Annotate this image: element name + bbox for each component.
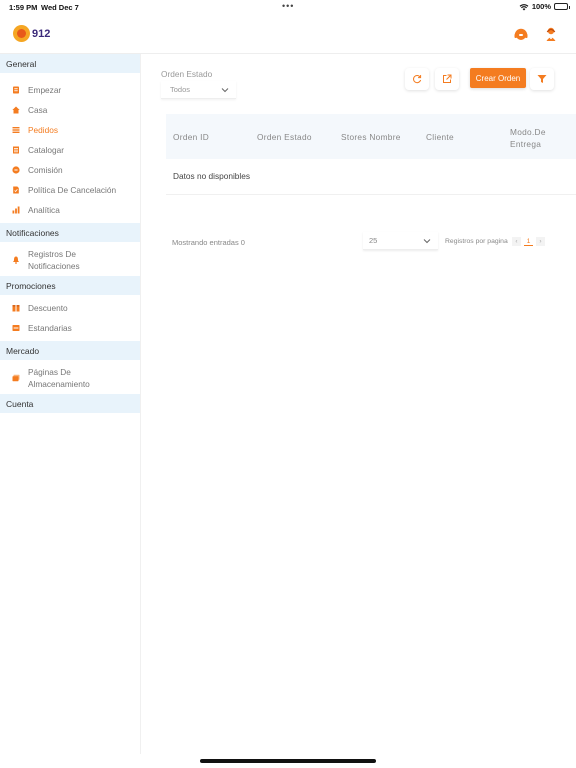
sidebar-item-label: Registros De Notificaciones bbox=[28, 249, 80, 271]
sidebar-item-registros-notificaciones[interactable]: Registros De Notificaciones bbox=[0, 242, 140, 276]
sidebar-item-empezar[interactable]: Empezar bbox=[0, 80, 140, 100]
wifi-icon bbox=[519, 3, 529, 10]
support-icon[interactable] bbox=[513, 26, 529, 42]
column-header[interactable]: Stores Nombre bbox=[341, 132, 401, 142]
filter-icon bbox=[537, 75, 547, 83]
policy-icon bbox=[13, 186, 19, 194]
page-size-value: 25 bbox=[369, 236, 378, 245]
sidebar-item-estandarias[interactable]: Estandarias bbox=[0, 318, 140, 338]
notification-icon bbox=[13, 256, 19, 264]
sidebar-item-label: Estandarias bbox=[28, 323, 72, 333]
discount-icon bbox=[12, 305, 20, 312]
sidebar-item-label: Casa bbox=[28, 105, 48, 115]
sidebar-item-label: Política De Cancelación bbox=[28, 185, 117, 195]
sidebar-item-label: Empezar bbox=[28, 85, 62, 95]
column-header[interactable]: Orden Estado bbox=[257, 132, 312, 142]
refresh-button[interactable] bbox=[405, 68, 429, 90]
section-general: General bbox=[0, 54, 140, 73]
section-mercado: Mercado bbox=[0, 341, 140, 360]
page-size-select[interactable]: 25 bbox=[363, 232, 438, 250]
current-page-button[interactable]: 1 bbox=[524, 237, 533, 246]
sidebar-item-politica[interactable]: Política De Cancelación bbox=[0, 180, 140, 200]
user-icon[interactable] bbox=[543, 26, 559, 42]
store-pages-icon bbox=[12, 374, 20, 382]
start-icon bbox=[13, 86, 19, 94]
status-time: 1:59 PM bbox=[9, 3, 38, 12]
commission-icon bbox=[12, 166, 20, 174]
refresh-icon bbox=[413, 75, 422, 84]
brand-logo[interactable]: 912 bbox=[13, 25, 50, 42]
status-bar: 1:59 PM Wed Dec 7 ••• 100% bbox=[0, 0, 576, 14]
create-order-button[interactable]: Crear Orden bbox=[470, 68, 526, 88]
sidebar-item-paginas-almacenamiento[interactable]: Páginas De Almacenamiento bbox=[0, 360, 140, 394]
column-header[interactable]: Orden ID bbox=[173, 132, 209, 142]
column-header[interactable]: Cliente bbox=[426, 132, 454, 142]
status-right: 100% bbox=[519, 2, 570, 11]
home-icon bbox=[12, 106, 20, 114]
logo-mark-icon bbox=[13, 25, 30, 42]
orders-table: Orden ID Orden Estado Stores Nombre Clie… bbox=[166, 114, 576, 195]
external-link-icon bbox=[443, 74, 452, 83]
sidebar-item-descuento[interactable]: Descuento bbox=[0, 298, 140, 318]
sidebar-item-comision[interactable]: Comisión bbox=[0, 160, 140, 180]
column-header[interactable]: Modo.De Entrega bbox=[510, 126, 550, 150]
chevron-down-icon bbox=[423, 239, 431, 244]
sidebar: General Empezar Casa Pedidos Catalogar C… bbox=[0, 54, 141, 754]
banner-icon bbox=[12, 325, 20, 331]
sidebar-item-pedidos[interactable]: Pedidos bbox=[0, 120, 140, 140]
catalog-icon bbox=[13, 146, 19, 154]
sidebar-item-catalogar[interactable]: Catalogar bbox=[0, 140, 140, 160]
order-status-select[interactable]: Todos bbox=[161, 81, 236, 99]
sidebar-item-label: Comisión bbox=[28, 165, 63, 175]
main-content: Orden Estado Todos Crear Orden Orden ID … bbox=[141, 54, 576, 754]
sidebar-item-label: Descuento bbox=[28, 303, 68, 313]
chevron-down-icon bbox=[221, 88, 229, 93]
status-date: Wed Dec 7 bbox=[41, 3, 79, 12]
order-status-value: Todos bbox=[170, 85, 191, 94]
top-bar: 912 bbox=[0, 14, 576, 54]
entries-info: Mostrando entradas 0 bbox=[172, 238, 245, 247]
sidebar-item-label: Páginas De Almacenamiento bbox=[28, 367, 90, 389]
section-promociones: Promociones bbox=[0, 276, 140, 295]
sidebar-item-label: Analítica bbox=[28, 205, 60, 215]
filter-button[interactable] bbox=[530, 68, 554, 90]
empty-table-message: Datos no disponibles bbox=[166, 159, 576, 195]
sidebar-item-label: Pedidos bbox=[28, 125, 58, 135]
sidebar-item-analitica[interactable]: Analítica bbox=[0, 200, 140, 220]
prev-page-button[interactable]: ‹ bbox=[512, 237, 521, 246]
multitasking-dots[interactable]: ••• bbox=[282, 1, 294, 11]
battery-icon bbox=[554, 3, 570, 10]
rows-per-page-label: Registros por pagina bbox=[445, 238, 508, 245]
logo-text: 912 bbox=[32, 27, 51, 40]
sidebar-item-label: Catalogar bbox=[28, 145, 64, 155]
table-header: Orden ID Orden Estado Stores Nombre Clie… bbox=[166, 114, 576, 159]
order-status-label: Orden Estado bbox=[161, 69, 213, 79]
analytics-icon bbox=[12, 206, 20, 214]
section-notificaciones: Notificaciones bbox=[0, 223, 140, 242]
orders-icon bbox=[12, 127, 20, 133]
next-page-button[interactable]: › bbox=[536, 237, 545, 246]
home-indicator[interactable] bbox=[200, 759, 376, 763]
section-cuenta: Cuenta bbox=[0, 394, 140, 413]
export-button[interactable] bbox=[435, 68, 459, 90]
battery-percent: 100% bbox=[531, 2, 551, 11]
sidebar-item-casa[interactable]: Casa bbox=[0, 100, 140, 120]
